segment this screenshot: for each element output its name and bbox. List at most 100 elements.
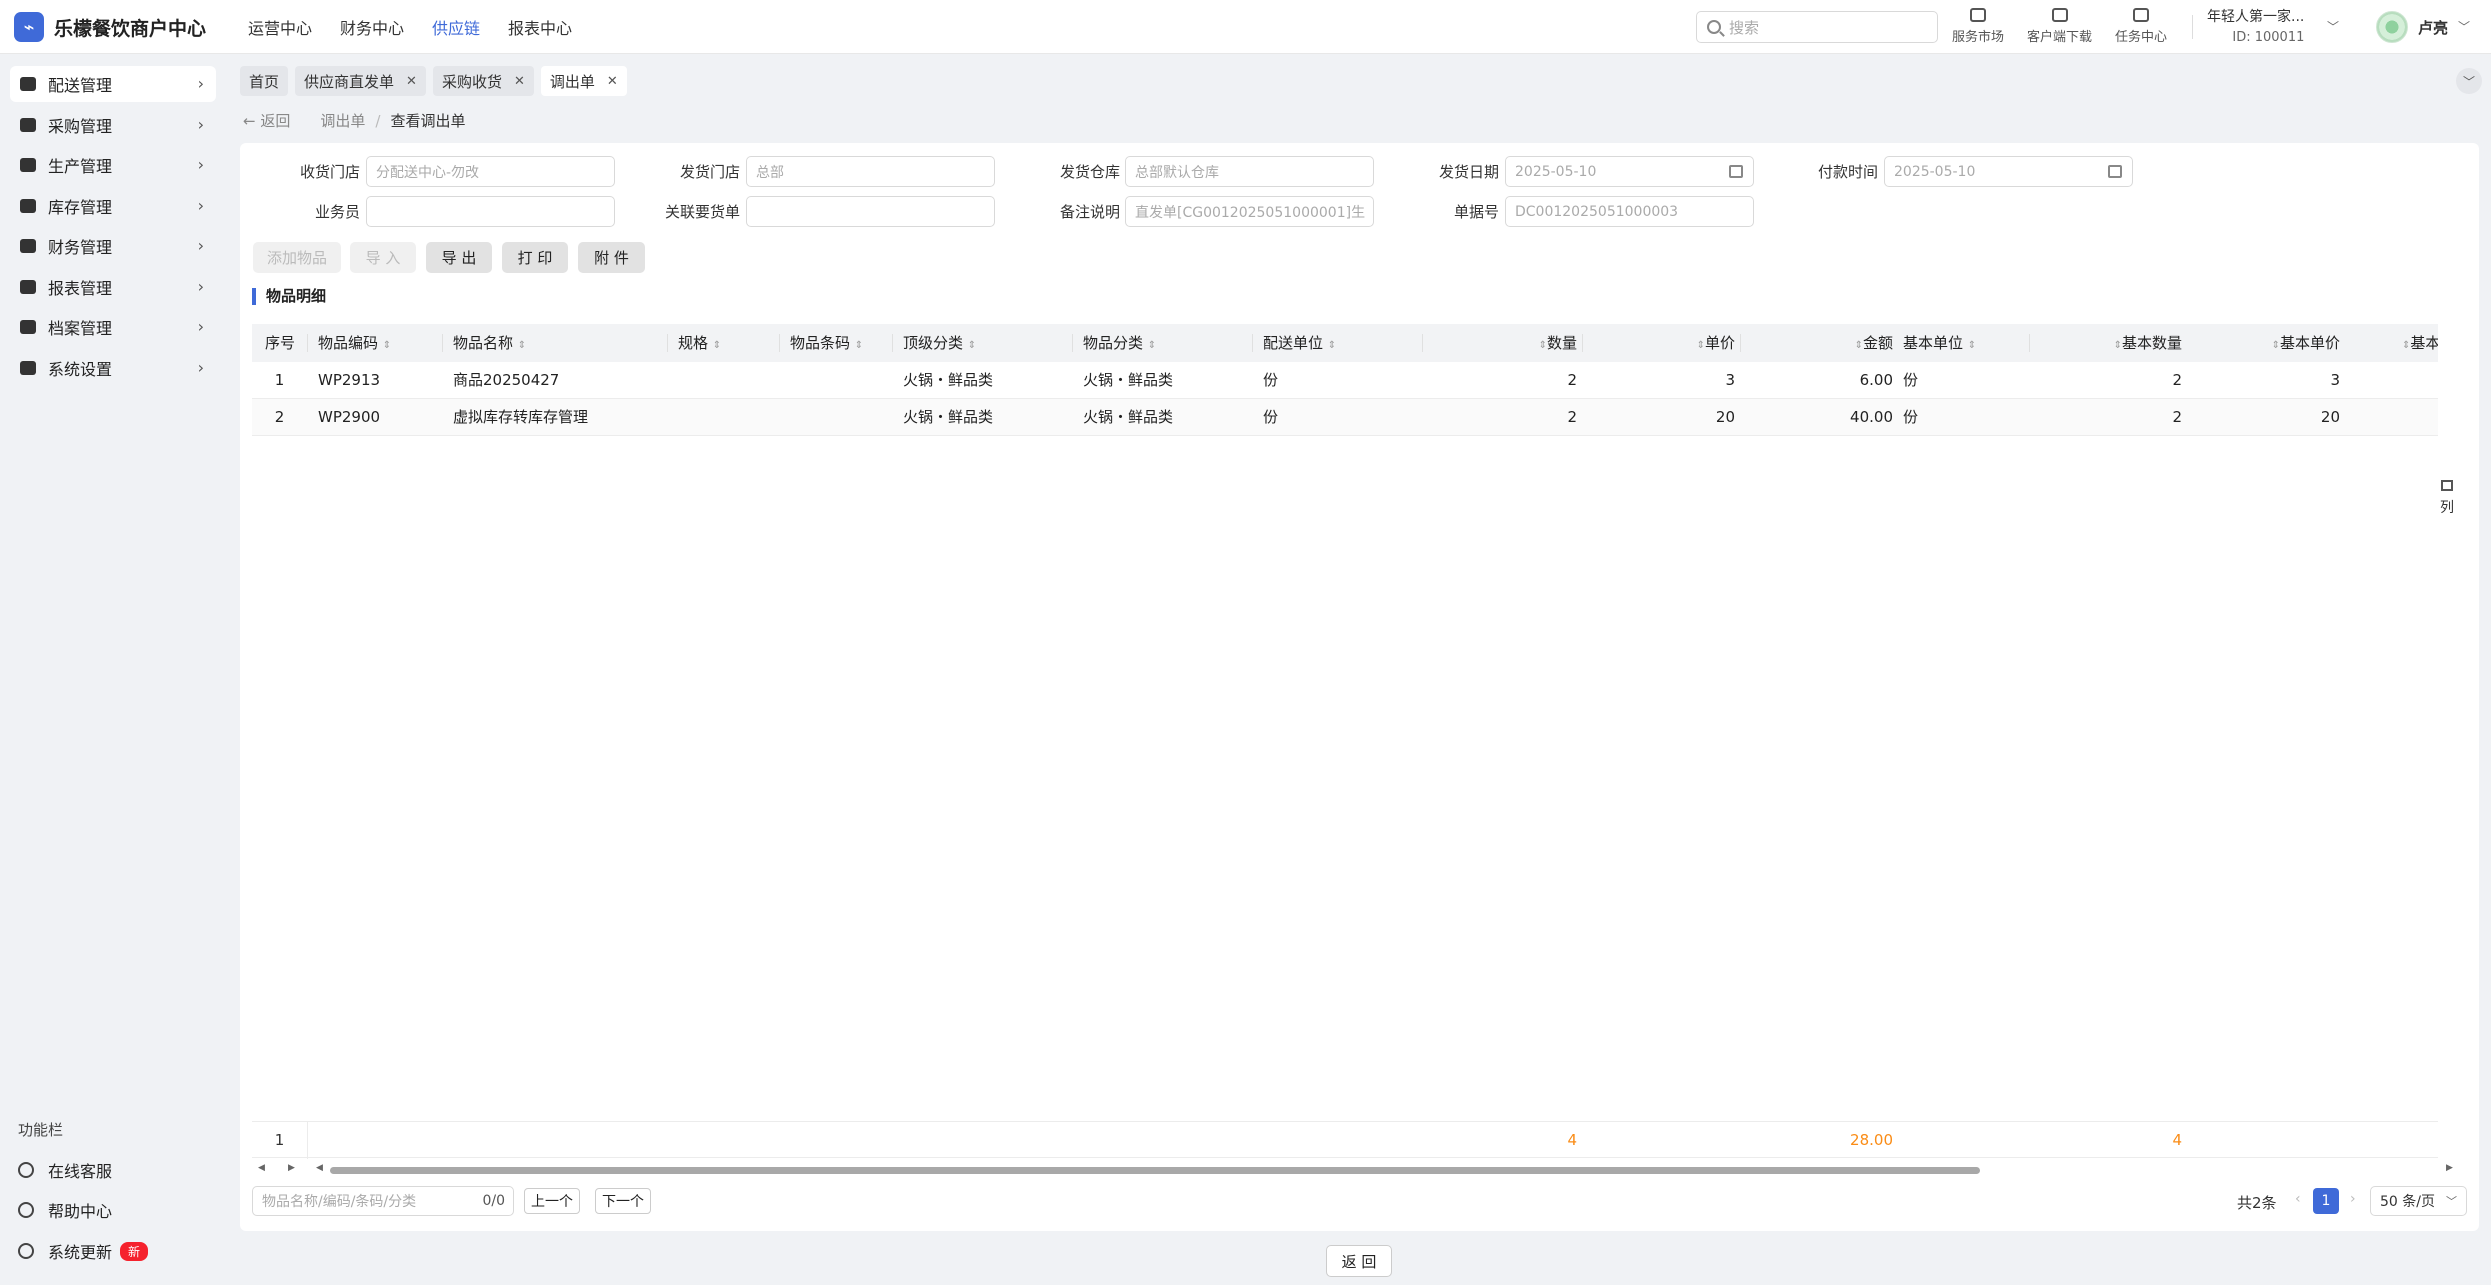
scroll-left-icon[interactable]: ◀ [258, 1163, 265, 1173]
nav-supply-chain[interactable]: 供应链 [432, 15, 480, 39]
sidebar-item-inventory[interactable]: 库存管理 › [10, 188, 216, 224]
back-link[interactable]: ← 返回 [243, 110, 290, 131]
col-category[interactable]: 物品分类 ⇕ [1083, 324, 1156, 362]
breadcrumb-parent[interactable]: 调出单 [320, 110, 365, 131]
chevron-right-icon: › [197, 74, 204, 93]
import-button[interactable]: 导 入 [350, 242, 416, 273]
cell-top-category: 火锅・鲜品类 [903, 408, 994, 426]
sidebar-item-finance[interactable]: 财务管理 › [10, 228, 216, 264]
col-base-price[interactable]: ⇕基本单价 [2197, 324, 2340, 362]
col-amount[interactable]: ⇕金额 [1750, 324, 1893, 362]
sort-icon: ⇕ [1538, 340, 1547, 351]
scroll-right-icon[interactable]: ▶ [288, 1163, 295, 1173]
cell-name: 虚拟库存转库存管理 [453, 408, 589, 426]
table-row[interactable]: 1 WP2913 商品20250427 火锅・鲜品类 火锅・鲜品类 份 2 3 … [252, 362, 2438, 399]
sidebar-item-label: 档案管理 [48, 319, 113, 338]
nav-finance[interactable]: 财务中心 [340, 15, 404, 39]
col-code[interactable]: 物品编码 ⇕ [318, 324, 391, 362]
client-download-button[interactable]: 客户端下载 [2027, 8, 2092, 45]
col-base-extra[interactable]: ⇕基本 [2402, 324, 2438, 362]
sidebar-item-purchase[interactable]: 采购管理 › [10, 107, 216, 143]
col-name[interactable]: 物品名称 ⇕ [453, 324, 526, 362]
prev-page-icon[interactable]: ‹ [2295, 1191, 2301, 1207]
page-size-select[interactable]: 50 条/页 ﹀ [2370, 1186, 2467, 1216]
system-update-link[interactable]: 系统更新 新 [18, 1239, 149, 1263]
col-base-unit[interactable]: 基本单位 ⇕ [1903, 324, 1976, 362]
related-order-label: 关联要货单 [664, 203, 740, 221]
client-download-label: 客户端下载 [2027, 30, 2093, 45]
service-market-button[interactable]: 服务市场 [1952, 8, 2004, 45]
tab-home[interactable]: 首页 [240, 66, 289, 96]
salesman-field[interactable] [366, 196, 615, 227]
item-search-placeholder: 物品名称/编码/条码/分类 [262, 1194, 417, 1210]
chevron-down-icon[interactable]: ﹀ [2327, 18, 2339, 35]
chevron-down-icon[interactable]: ﹀ [2456, 68, 2482, 94]
warehouse-field[interactable]: 总部默认仓库 [1125, 156, 1374, 187]
page-tabs: 首页 供应商直发单 ✕ 采购收货 ✕ 调出单 ✕ [240, 66, 634, 96]
chevron-down-icon[interactable]: ﹀ [2458, 18, 2470, 35]
table-row[interactable]: 2 WP2900 虚拟库存转库存管理 火锅・鲜品类 火锅・鲜品类 份 2 20 … [252, 399, 2438, 436]
close-icon[interactable]: ✕ [514, 74, 525, 89]
pay-time-field[interactable]: 2025-05-10 [1884, 156, 2133, 187]
col-delivery-unit[interactable]: 配送单位 ⇕ [1263, 324, 1336, 362]
attachment-button[interactable]: 附 件 [578, 242, 645, 273]
next-match-button[interactable]: 下一个 [595, 1188, 651, 1214]
ship-date-field[interactable]: 2025-05-10 [1505, 156, 1754, 187]
send-store-field[interactable]: 总部 [746, 156, 995, 187]
task-center-button[interactable]: 任务中心 [2115, 8, 2167, 45]
print-button[interactable]: 打 印 [502, 242, 568, 273]
col-barcode[interactable]: 物品条码 ⇕ [790, 324, 863, 362]
related-order-field[interactable] [746, 196, 995, 227]
scroll-right-icon[interactable]: ▶ [2446, 1163, 2453, 1173]
receive-store-field[interactable]: 分配送中心-勿改 [366, 156, 615, 187]
col-base-qty[interactable]: ⇕基本数量 [2039, 324, 2182, 362]
app-logo[interactable]: ⌁ 乐檬餐饮商户中心 [14, 12, 206, 42]
column-divider [1422, 334, 1423, 352]
user-name[interactable]: 卢亮 [2418, 17, 2448, 38]
close-icon[interactable]: ✕ [406, 74, 417, 89]
close-icon[interactable]: ✕ [607, 74, 618, 89]
sidebar-item-production[interactable]: 生产管理 › [10, 147, 216, 183]
add-item-button[interactable]: 添加物品 [253, 242, 341, 273]
return-button[interactable]: 返 回 [1326, 1245, 1392, 1277]
column-divider [667, 334, 668, 352]
prev-match-button[interactable]: 上一个 [524, 1188, 580, 1214]
tab-transfer-out[interactable]: 调出单 ✕ [540, 66, 627, 96]
tab-supplier-direct[interactable]: 供应商直发单 ✕ [295, 66, 426, 96]
item-search-input[interactable]: 物品名称/编码/条码/分类 0/0 [252, 1186, 514, 1216]
column-divider [307, 334, 308, 352]
scroll-left-icon[interactable]: ◀ [316, 1163, 323, 1173]
send-store-label: 发货门店 [679, 163, 740, 181]
next-page-icon[interactable]: › [2350, 1191, 2356, 1207]
scrollbar-thumb[interactable] [330, 1167, 1980, 1174]
chevron-right-icon: › [197, 155, 204, 174]
nav-reports[interactable]: 报表中心 [508, 15, 572, 39]
export-button[interactable]: 导 出 [426, 242, 492, 273]
column-settings-button[interactable]: 列 [2440, 480, 2454, 517]
sort-icon: ⇕ [382, 340, 392, 351]
account-switcher[interactable]: 年轻人第一家... ID: 100011 [2207, 6, 2304, 45]
cell-delivery-unit: 份 [1263, 408, 1279, 426]
online-support-link[interactable]: 在线客服 [18, 1158, 112, 1182]
nav-operations[interactable]: 运营中心 [248, 15, 312, 39]
doc-no-field[interactable]: DC0012025051000003 [1505, 196, 1754, 227]
sidebar-item-delivery[interactable]: 配送管理 › [10, 66, 216, 102]
col-spec[interactable]: 规格 ⇕ [678, 324, 721, 362]
col-top-category[interactable]: 顶级分类 ⇕ [903, 324, 976, 362]
col-qty[interactable]: ⇕数量 [1432, 324, 1577, 362]
table-summary-row: 1 4 28.00 4 [252, 1121, 2438, 1159]
tab-label: 采购收货 [441, 72, 502, 91]
tab-purchase-receive[interactable]: 采购收货 ✕ [432, 66, 534, 96]
help-center-link[interactable]: 帮助中心 [18, 1198, 112, 1222]
remark-field[interactable]: 直发单[CG0012025051000001]生 [1125, 196, 1374, 227]
sidebar-item-reports[interactable]: 报表管理 › [10, 269, 216, 305]
sidebar-item-settings[interactable]: 系统设置 › [10, 350, 216, 386]
page-current[interactable]: 1 [2313, 1188, 2339, 1214]
search-input[interactable]: 搜索 [1696, 11, 1938, 43]
col-price[interactable]: ⇕单价 [1592, 324, 1735, 362]
horizontal-scrollbar[interactable]: ◀ ▶ ◀ ▶ [252, 1163, 2453, 1177]
avatar[interactable] [2376, 11, 2408, 43]
sidebar: 配送管理 › 采购管理 › 生产管理 › 库存管理 › 财务管理 › 报表管理 … [0, 55, 224, 1285]
doc-no-label: 单据号 [1453, 203, 1499, 221]
sidebar-item-archives[interactable]: 档案管理 › [10, 309, 216, 345]
